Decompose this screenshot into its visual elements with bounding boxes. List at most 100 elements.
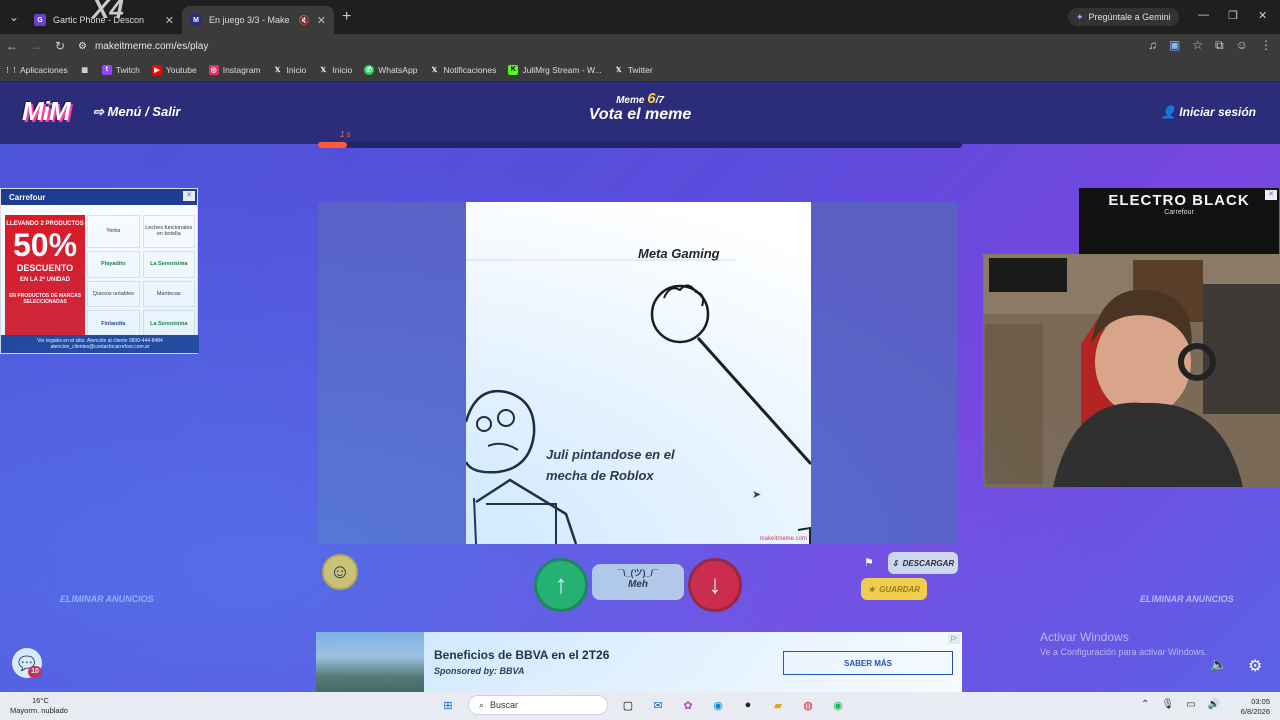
save-button[interactable]: ★ GUARDAR bbox=[861, 578, 927, 600]
bookmark-label: Instagram bbox=[222, 64, 261, 75]
bookmark-star-icon[interactable]: ☆ bbox=[1192, 38, 1203, 53]
microphone-icon[interactable]: 🎙 bbox=[1161, 699, 1174, 710]
screen: ⌄ G Gartic Phone - Descon ✕ X4 M En jueg… bbox=[0, 0, 1280, 720]
bookmarks-bar: ⋮⋮ Aplicaciones ▦ t Twitch ▶ Youtube ◎ I… bbox=[0, 58, 1280, 82]
ad-cell: Mantecas bbox=[142, 280, 195, 308]
ad-bottom-line: EN PRODUCTOS DE MARCAS SELECCIONADAS bbox=[9, 293, 81, 305]
carrefour-ad-left[interactable]: Carrefour ✕ LLEVANDO 2 PRODUCTOS 50% DES… bbox=[0, 188, 199, 354]
bookmark-instagram[interactable]: ◎ Instagram bbox=[208, 64, 261, 75]
edge-icon[interactable]: ◉ bbox=[708, 695, 728, 715]
ad-choices-icon[interactable]: ▷ bbox=[948, 634, 960, 644]
address-bar-row: ← → ↻ ⚙ makeitmeme.com/es/play ♫ ▣ ☆ ⧉ ☺… bbox=[0, 34, 1280, 58]
bookmark-label: Aplicaciones bbox=[20, 64, 68, 75]
bookmark-aplicaciones[interactable]: ⋮⋮ Aplicaciones bbox=[4, 64, 68, 75]
tab-search-chevron-icon[interactable]: ⌄ bbox=[2, 5, 26, 29]
copilot-icon[interactable]: ✿ bbox=[678, 695, 698, 715]
close-window-icon[interactable]: ✕ bbox=[1258, 9, 1267, 22]
reload-icon[interactable]: ↻ bbox=[48, 39, 72, 53]
ad-cta-button[interactable]: SABER MÁS bbox=[783, 651, 953, 675]
close-tab-icon[interactable]: ✕ bbox=[317, 14, 326, 27]
chrome-icon[interactable]: ◍ bbox=[798, 695, 818, 715]
tab-make-it-meme[interactable]: M En juego 3/3 - Make it Meme 🔇 ✕ bbox=[182, 6, 334, 34]
ad-cell: Leches funcionales en botella bbox=[142, 215, 195, 248]
volume-icon[interactable]: 🔈 bbox=[1210, 656, 1227, 673]
gemini-button[interactable]: ✦ Pregúntale a Gemini bbox=[1068, 8, 1179, 26]
ad-cell: Playadito bbox=[87, 250, 140, 278]
report-flag-icon[interactable]: ⚑ bbox=[864, 556, 874, 569]
page-title: Vota el meme bbox=[588, 106, 692, 123]
mim-favicon-icon: M bbox=[190, 14, 202, 26]
bookmark-label: Youtube bbox=[165, 64, 197, 75]
mute-tab-icon[interactable]: 🔇 bbox=[299, 15, 310, 26]
bookmark-twitch[interactable]: t Twitch bbox=[101, 64, 140, 75]
bookmark-inicio-1[interactable]: 𝕏 Inicio bbox=[273, 65, 307, 75]
settings-gear-icon[interactable]: ⚙ bbox=[1248, 656, 1262, 676]
carrefour-ad-right[interactable]: ✕ ELECTRO BLACK Carrefour bbox=[1079, 188, 1279, 254]
download-label: DESCARGAR bbox=[902, 558, 955, 568]
screen-share-icon[interactable]: ▣ bbox=[1169, 38, 1180, 53]
close-tab-icon[interactable]: ✕ bbox=[165, 14, 174, 27]
webcam-scene bbox=[983, 254, 1280, 487]
site-info-icon[interactable]: ⚙ bbox=[78, 41, 87, 52]
url-field[interactable]: ⚙ makeitmeme.com/es/play bbox=[78, 41, 208, 52]
meme-counter-current: 6 bbox=[647, 90, 656, 107]
profile-avatar[interactable]: ☺ bbox=[1236, 38, 1248, 53]
ad-second-unit: EN LA 2ª UNIDAD bbox=[19, 277, 70, 283]
spotify-icon[interactable]: ◉ bbox=[828, 695, 848, 715]
ad-product-grid: Yerba Leches funcionales en botella Play… bbox=[87, 215, 195, 337]
emoji-reaction-button[interactable]: ☺ bbox=[322, 554, 358, 590]
network-icon[interactable]: ▭ bbox=[1186, 699, 1195, 710]
more-menu-icon[interactable]: ⋮ bbox=[1260, 38, 1272, 53]
meme-counter-total: /7 bbox=[655, 95, 664, 106]
forward-icon[interactable]: → bbox=[24, 39, 48, 53]
bookmark-julimrg-stream[interactable]: K JuliMrg Stream - W... bbox=[508, 64, 602, 75]
youtube-icon: ▶ bbox=[151, 64, 162, 75]
game-page: MiM ⇨ Menú / Salir Meme 6/7 Vota el meme… bbox=[0, 82, 1280, 692]
bookmark-youtube[interactable]: ▶ Youtube bbox=[151, 64, 197, 75]
clock[interactable]: 03:05 6/8/2026 bbox=[1241, 697, 1270, 717]
upvote-button[interactable]: ↑ bbox=[534, 558, 588, 612]
apps-grid-button[interactable]: ▦ bbox=[80, 65, 90, 75]
login-button[interactable]: 👤 Iniciar sesión bbox=[1161, 105, 1256, 119]
bookmark-notificaciones[interactable]: 𝕏 Notificaciones bbox=[429, 65, 497, 75]
file-explorer-icon[interactable]: ▰ bbox=[768, 695, 788, 715]
extensions-icon[interactable]: ⧉ bbox=[1215, 38, 1224, 53]
clock-date: 6/8/2026 bbox=[1240, 707, 1270, 716]
remove-ads-left[interactable]: ELIMINAR ANUNCIOS bbox=[60, 594, 154, 604]
downvote-button[interactable]: ↓ bbox=[688, 558, 742, 612]
windows-start-icon[interactable]: ⊞ bbox=[438, 695, 458, 715]
weather-desc: Mayorm. nublado bbox=[10, 706, 68, 715]
download-icon: ⇩ bbox=[891, 558, 899, 568]
bbva-ad[interactable]: Beneficios de BBVA en el 2T26 Sponsored … bbox=[316, 632, 962, 692]
taskbar-search[interactable]: ⌕ Buscar bbox=[468, 695, 608, 715]
bookmark-label: Inicio bbox=[332, 64, 353, 75]
media-control-icon[interactable]: ♫ bbox=[1148, 38, 1157, 53]
new-tab-icon[interactable]: + bbox=[342, 8, 351, 26]
task-view-icon[interactable]: ▢ bbox=[618, 695, 638, 715]
obs-icon[interactable]: ● bbox=[738, 695, 758, 715]
minimize-icon[interactable]: — bbox=[1198, 9, 1209, 21]
ad-percent: 50% bbox=[12, 227, 78, 263]
weather-widget[interactable]: 16°C Mayorm. nublado bbox=[10, 696, 68, 716]
back-icon[interactable]: ← bbox=[0, 39, 24, 53]
restore-icon[interactable]: ❐ bbox=[1228, 9, 1238, 22]
ad-close-icon[interactable]: ✕ bbox=[1265, 190, 1277, 200]
bookmark-twitter[interactable]: 𝕏 Twitter bbox=[614, 65, 653, 75]
tray-chevron-icon[interactable]: ⌃ bbox=[1141, 699, 1149, 710]
bookmark-inicio-2[interactable]: 𝕏 Inicio bbox=[318, 64, 353, 75]
remove-ads-right[interactable]: ELIMINAR ANUNCIOS bbox=[1140, 594, 1234, 604]
grid-icon: ▦ bbox=[81, 66, 89, 74]
arrow-up-icon: ↑ bbox=[554, 569, 568, 599]
meh-button[interactable]: ¯\_(ツ)_/¯ Meh bbox=[592, 564, 684, 600]
meh-label: Meh bbox=[628, 579, 648, 590]
download-button[interactable]: ⇩ DESCARGAR bbox=[888, 552, 958, 574]
ad-close-icon[interactable]: ✕ bbox=[183, 191, 195, 201]
outlook-icon[interactable]: ✉ bbox=[648, 695, 668, 715]
windows-activation-watermark: Activar Windows Ve a Configuración para … bbox=[1040, 630, 1207, 657]
whatsapp-icon: ✆ bbox=[364, 64, 375, 75]
speaker-icon[interactable]: 🔊 bbox=[1208, 699, 1220, 710]
clock-time: 03:05 bbox=[1251, 697, 1270, 706]
bookmark-label: Twitch bbox=[115, 64, 140, 75]
bookmark-whatsapp[interactable]: ✆ WhatsApp bbox=[364, 64, 417, 75]
apps-grid-icon: ⋮⋮ bbox=[4, 66, 18, 74]
